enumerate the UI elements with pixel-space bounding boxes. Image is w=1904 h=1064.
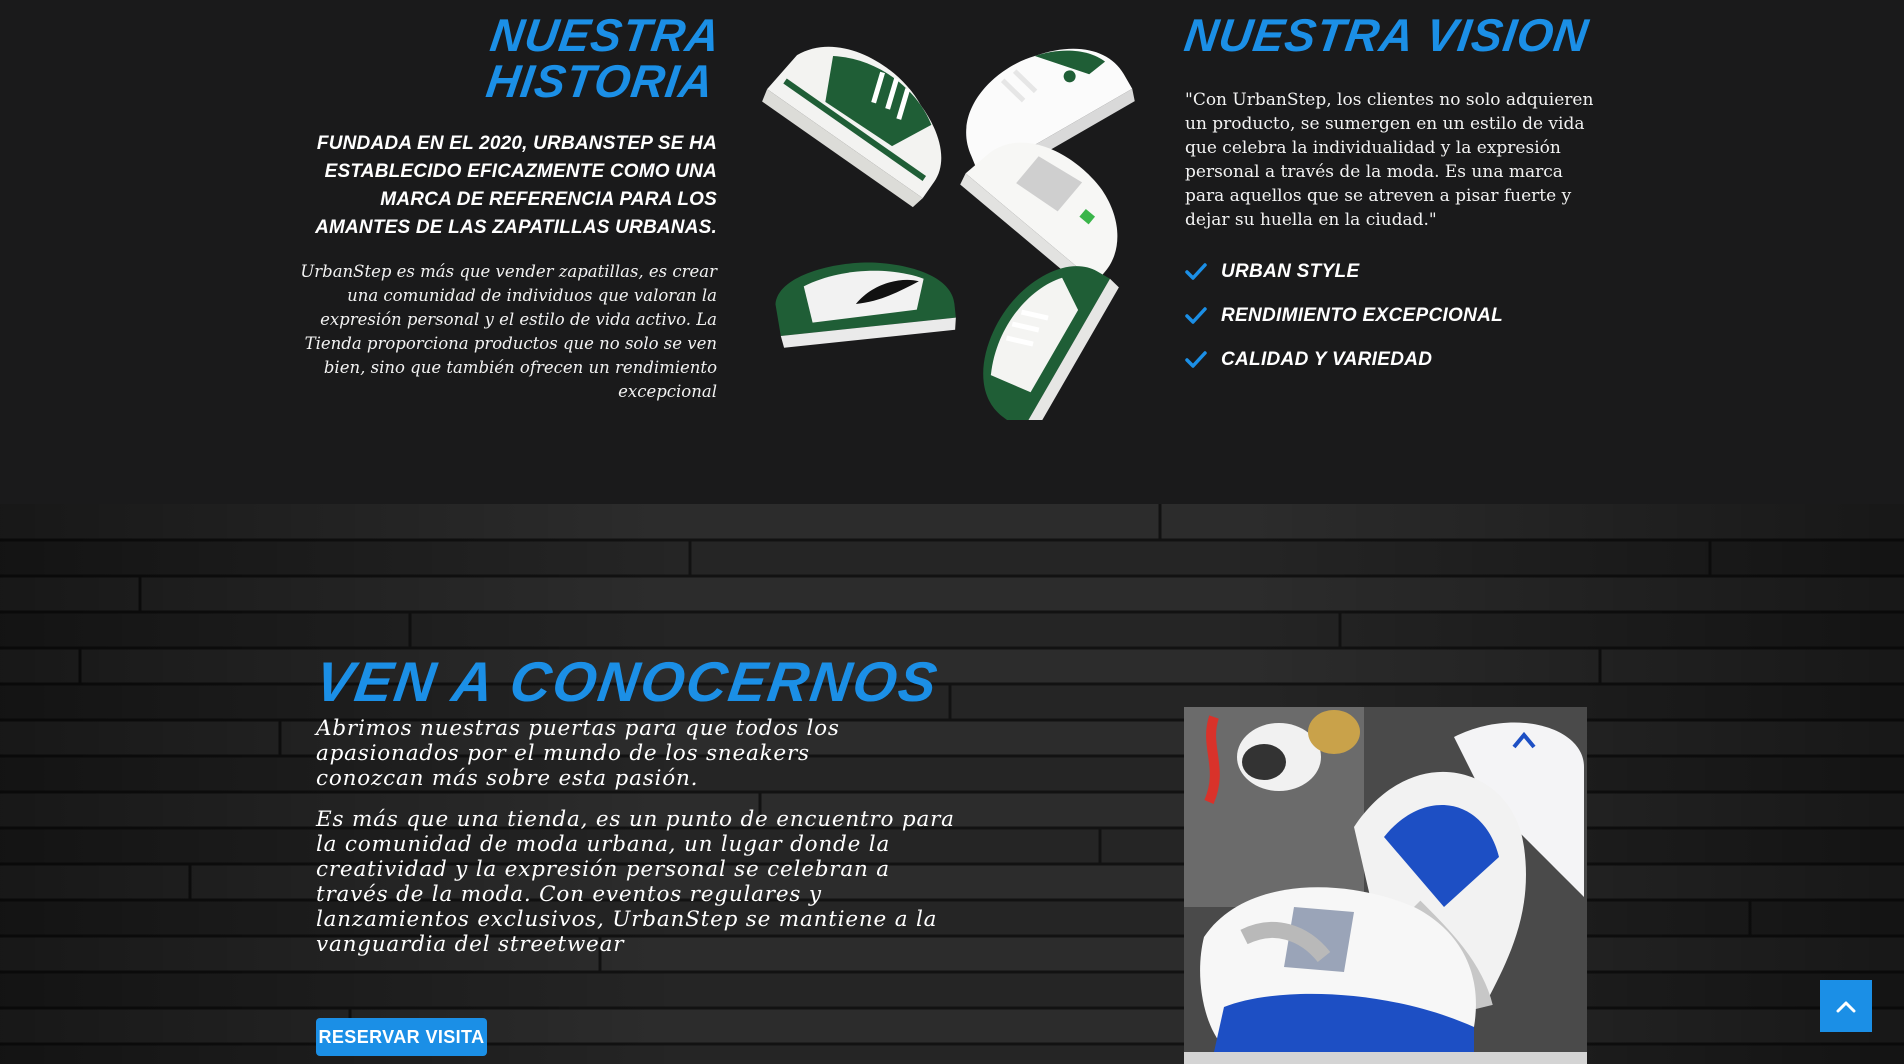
vision-list-label: Urban Style bbox=[1221, 261, 1360, 282]
vision-block: Nuestra Vision "Con UrbanStep, los clien… bbox=[1181, 0, 1605, 382]
visit-paragraph-2: Es más que una tienda, es un punto de en… bbox=[316, 807, 955, 957]
visit-section: Ven a conocernos Abrimos nuestras puerta… bbox=[0, 504, 1904, 1064]
historia-block: Nuestra Historia Fundada en el 2020, Urb… bbox=[300, 0, 724, 404]
reserve-visit-button[interactable]: Reservar visita bbox=[316, 1018, 487, 1056]
vision-list-label: Rendimiento Excepcional bbox=[1221, 305, 1504, 326]
blue-sneakers-photo bbox=[1184, 707, 1587, 1064]
vision-list-item: Calidad y Variedad bbox=[1185, 338, 1605, 382]
scroll-to-top-button[interactable] bbox=[1820, 980, 1872, 1032]
vision-list-item: Urban Style bbox=[1185, 250, 1605, 294]
chevron-up-icon bbox=[1836, 1001, 1856, 1013]
historia-title: Nuestra Historia bbox=[483, 9, 724, 107]
visit-title: Ven a conocernos bbox=[311, 650, 943, 713]
vision-body: "Con UrbanStep, los clientes no solo adq… bbox=[1185, 90, 1594, 230]
historia-lead: Fundada en el 2020, UrbanStep se ha esta… bbox=[315, 133, 717, 238]
vision-list: Urban Style Rendimiento Excepcional Cali… bbox=[1185, 250, 1605, 382]
vision-title: Nuestra Vision bbox=[1181, 9, 1592, 61]
story-vision-section: Nuestra Historia Fundada en el 2020, Urb… bbox=[0, 0, 1904, 504]
green-sneakers-image bbox=[762, 46, 1135, 420]
visit-paragraph-1: Abrimos nuestras puertas para que todos … bbox=[316, 716, 840, 791]
vision-list-label: Calidad y Variedad bbox=[1221, 349, 1433, 370]
check-icon bbox=[1185, 307, 1207, 324]
vision-list-item: Rendimiento Excepcional bbox=[1185, 294, 1605, 338]
historia-body: UrbanStep es más que vender zapatillas, … bbox=[300, 262, 717, 401]
check-icon bbox=[1185, 263, 1207, 280]
check-icon bbox=[1185, 351, 1207, 368]
visit-block: Ven a conocernos Abrimos nuestras puerta… bbox=[312, 650, 956, 957]
